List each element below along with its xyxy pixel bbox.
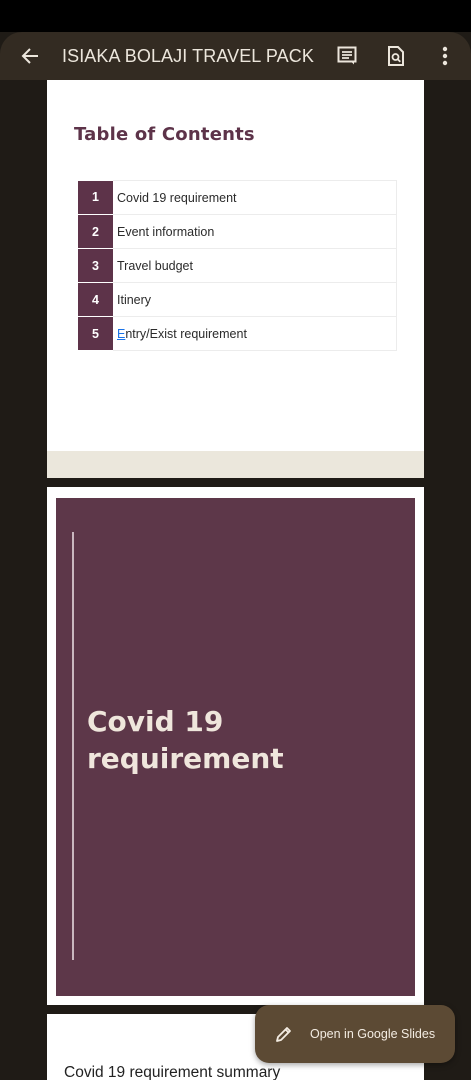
toc-number: 3 (78, 248, 113, 283)
toc-number: 1 (78, 180, 113, 215)
toc-label: Event information (113, 214, 397, 249)
section-heading-line: Covid 19 (87, 705, 224, 738)
toc-label-rest: ntry/Exist requirement (125, 326, 247, 341)
slide-summary-title: Covid 19 requirement summary (64, 1064, 281, 1080)
comment-icon[interactable] (335, 44, 359, 68)
toc-row: 1 Covid 19 requirement (78, 180, 397, 215)
section-heading: Covid 19 requirement (87, 703, 387, 777)
toc-row: 2 Event information (78, 214, 397, 249)
toc-table: 1 Covid 19 requirement 2 Event informati… (78, 180, 397, 351)
find-in-doc-icon[interactable] (384, 44, 408, 68)
app-bar: ISIAKA BOLAJI TRAVEL PACK (0, 32, 471, 80)
open-in-slides-button[interactable]: Open in Google Slides (255, 1005, 455, 1063)
slide-table-of-contents[interactable]: Table of Contents 1 Covid 19 requirement… (47, 80, 424, 478)
toc-label: Itinery (113, 282, 397, 317)
toc-row: 4 Itinery (78, 282, 397, 317)
document-title: ISIAKA BOLAJI TRAVEL PACK (62, 45, 314, 66)
toc-number: 2 (78, 214, 113, 249)
decorative-divider (72, 532, 74, 960)
toc-label: Covid 19 requirement (113, 180, 397, 215)
toc-number: 4 (78, 282, 113, 317)
slide-covid-section[interactable]: Covid 19 requirement (47, 487, 424, 1005)
section-panel: Covid 19 requirement (56, 498, 415, 996)
toc-number: 5 (78, 316, 113, 351)
toc-label: Travel budget (113, 248, 397, 283)
status-bar (0, 0, 471, 32)
slide-footer-strip (47, 451, 424, 478)
open-in-slides-label: Open in Google Slides (310, 1027, 436, 1041)
toc-label: Entry/Exist requirement (113, 316, 397, 351)
more-vert-icon[interactable] (433, 44, 457, 68)
toc-row: 5 Entry/Exist requirement (78, 316, 397, 351)
section-heading-line: requirement (87, 742, 284, 775)
back-arrow-icon[interactable] (20, 46, 40, 66)
toc-row: 3 Travel budget (78, 248, 397, 283)
pencil-icon (275, 1024, 295, 1044)
toc-title: Table of Contents (74, 124, 255, 145)
